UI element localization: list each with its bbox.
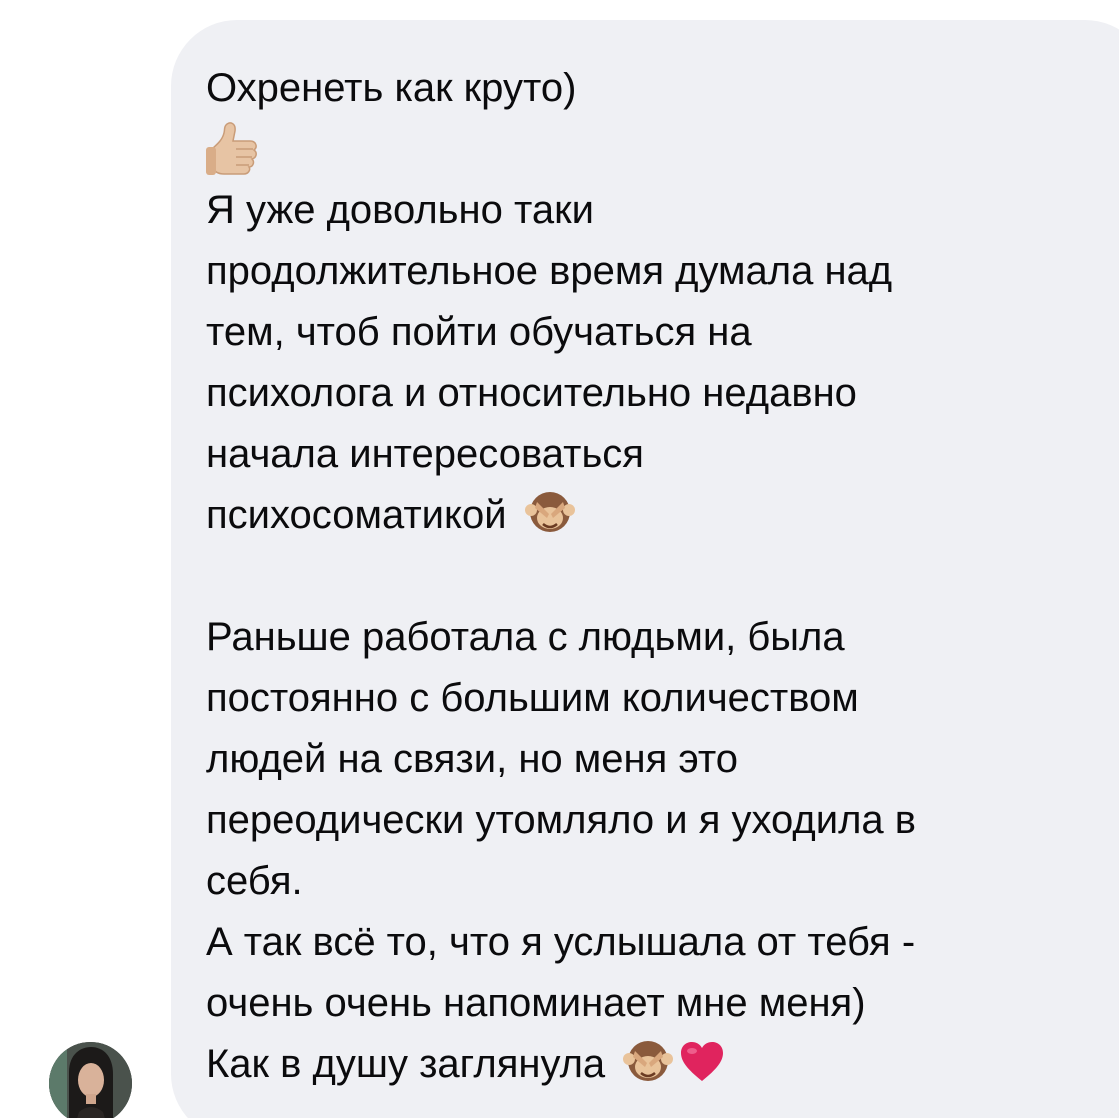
see-no-evil-monkey-icon — [524, 488, 575, 534]
message-line: А так всё то, что я услышала от тебя - — [206, 920, 916, 964]
message-line: себя. — [206, 859, 303, 903]
red-heart-icon — [679, 1041, 725, 1083]
sender-avatar[interactable] — [49, 1042, 132, 1118]
message-line: начала интересоваться — [206, 432, 644, 476]
message-line: постоянно с большим количеством — [206, 676, 859, 720]
message-line-text: психосоматикой — [206, 493, 507, 537]
message-line: людей на связи, но меня это — [206, 737, 739, 781]
message-line-emoji — [206, 119, 1119, 180]
thumbs-up-icon — [206, 119, 260, 175]
message-line-with-emoji: Как в душу заглянула — [206, 1034, 1119, 1095]
message-line: Раньше работала с людьми, была — [206, 615, 845, 659]
incoming-message-bubble[interactable]: Охренеть как круто) Я уже довольно таки … — [171, 20, 1119, 1118]
message-line: Я уже довольно таки — [206, 188, 594, 232]
message-line-text: Как в душу заглянула — [206, 1042, 606, 1086]
message-line: Охренеть как круто) — [206, 66, 577, 110]
message-line: тем, чтоб пойти обучаться на — [206, 310, 752, 354]
message-line: переодически утомляло и я уходила в — [206, 798, 917, 842]
message-line-with-emoji: психосоматикой — [206, 485, 1119, 546]
message-line: очень очень напоминает мне меня) — [206, 981, 866, 1025]
message-line: продолжительное время думала над — [206, 249, 893, 293]
chat-thread: Охренеть как круто) Я уже довольно таки … — [0, 0, 1119, 1118]
message-line: психолога и относительно недавно — [206, 371, 857, 415]
see-no-evil-monkey-icon — [623, 1037, 674, 1083]
